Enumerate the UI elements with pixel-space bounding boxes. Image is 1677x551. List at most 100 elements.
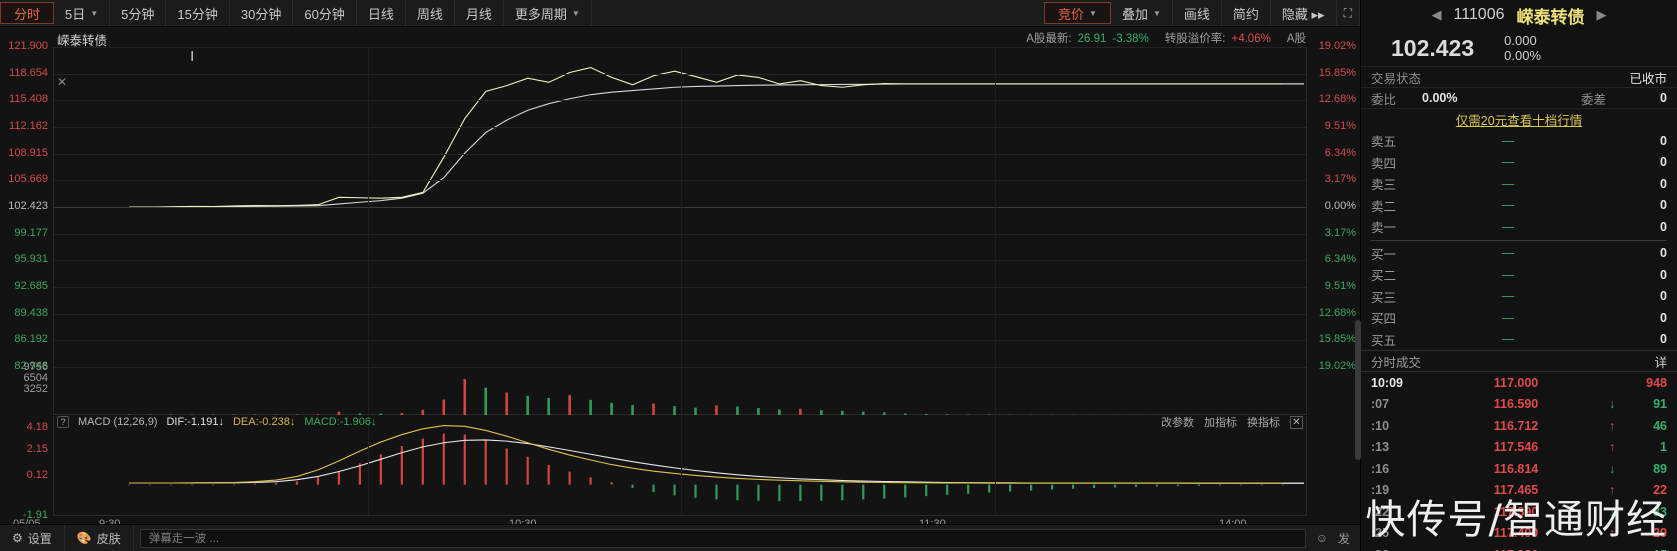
tick-price: 117.546 <box>1493 440 1539 455</box>
macd-tick-0: 4.18 <box>26 421 48 433</box>
period-button-label: 30分钟 <box>240 6 282 22</box>
chart-tool-2[interactable]: 画线 <box>1173 0 1222 26</box>
tick-list-title: 分时成交 <box>1371 355 1422 370</box>
emoji-icon[interactable]: ☺ <box>1316 531 1328 545</box>
period-button-8[interactable]: 月线 <box>455 0 504 26</box>
period-button-5[interactable]: 60分钟 <box>293 0 357 26</box>
macd-pane[interactable] <box>53 416 1307 516</box>
tick-list-header: 分时成交 详 <box>1361 350 1677 372</box>
sell-order-row[interactable]: 卖二 — 0 <box>1361 195 1677 217</box>
prev-symbol-icon[interactable]: ◀ <box>1431 7 1441 23</box>
chart-tool-0[interactable]: 竞价 ▼ <box>1044 2 1111 24</box>
chart-tool-1[interactable]: 叠加 ▼ <box>1111 0 1173 26</box>
period-button-label: 5分钟 <box>121 6 155 22</box>
period-button-7[interactable]: 周线 <box>406 0 455 26</box>
pct-tick-right-4: 6.34% <box>1324 146 1356 159</box>
price-tick-left-1: 118.654 <box>9 66 48 79</box>
gridline-v-2 <box>994 367 996 414</box>
chevron-down-icon: ▼ <box>571 8 580 18</box>
close-indicator-icon[interactable]: ✕ <box>1290 415 1303 429</box>
macd-actions: 改参数 加指标 换指标 ✕ <box>1161 414 1307 430</box>
chart-tool-label: 简约 <box>1232 6 1259 22</box>
buy-order-row[interactable]: 买三 — 0 <box>1361 286 1677 308</box>
period-button-1[interactable]: 5日 ▼ <box>54 0 111 26</box>
tick-row: :07 116.590 ↓ 91 <box>1361 394 1677 416</box>
period-button-2[interactable]: 5分钟 <box>110 0 167 26</box>
premium-value: +4.06% <box>1231 33 1271 45</box>
panel-scrollbar[interactable] <box>1355 320 1361 460</box>
sell-order-volume: 0 <box>1660 219 1667 234</box>
tick-row: :22 117.390 ↓ 33 <box>1361 501 1677 523</box>
next-symbol-icon[interactable]: ▶ <box>1597 7 1607 23</box>
buy-order-row[interactable]: 买二 — 0 <box>1361 264 1677 286</box>
gridline-h-11 <box>54 340 1306 342</box>
tick-list: 10:09 117.000 948:07 116.590 ↓ 91:10 116.712 ↑ 4… <box>1361 372 1677 551</box>
tick-volume: 29 <box>1653 526 1667 541</box>
buy-order-volume: 0 <box>1660 310 1667 325</box>
period-button-3[interactable]: 15分钟 <box>166 0 230 26</box>
tick-detail-button[interactable]: 详 <box>1654 352 1667 371</box>
palette-icon: 🎨 <box>76 531 92 545</box>
tick-volume: 22 <box>1653 483 1667 498</box>
chart-tool-3[interactable]: 简约 <box>1222 0 1271 26</box>
a-share-label: A股最新: <box>1026 33 1072 45</box>
sell-order-row[interactable]: 卖三 — 0 <box>1361 173 1677 195</box>
buy-order-row[interactable]: 买五 — 0 <box>1361 329 1677 351</box>
promo-link[interactable]: 仅需20元查看十档行情 <box>1361 108 1677 130</box>
period-button-4[interactable]: 30分钟 <box>230 0 294 26</box>
macd-action-1[interactable]: 加指标 <box>1204 414 1237 430</box>
a-share-price: 26.91 <box>1077 33 1107 45</box>
chart-tool-4[interactable]: 隐藏 ▸▸ <box>1271 0 1337 26</box>
price-tick-left-3: 112.162 <box>9 120 48 132</box>
tick-time: 10:09 <box>1371 375 1403 390</box>
help-icon[interactable]: ? <box>57 416 69 428</box>
chart-tool-label: 竞价 <box>1058 6 1085 22</box>
order-diff-label: 委差 <box>1581 92 1607 107</box>
tick-direction-icon: ↑ <box>1609 440 1616 455</box>
chart-header-info: A股最新: 26.91 -3.38% 转股溢价率: +4.06% A股 <box>1026 30 1306 46</box>
price-pane[interactable] <box>53 47 1307 368</box>
tick-price: 116.814 <box>1493 461 1539 476</box>
buy-order-volume: 0 <box>1660 246 1667 261</box>
sell-order-volume: 0 <box>1660 176 1667 191</box>
gridline-h-3 <box>54 127 1306 128</box>
sell-order-row[interactable]: 卖一 — 0 <box>1361 216 1677 238</box>
fullscreen-icon[interactable]: ⛶ <box>1337 0 1360 26</box>
status-bar: ⚙ 设置 🎨 皮肤 弹幕走一波 ... ☺ 发 <box>0 524 1360 551</box>
skin-button[interactable]: 🎨 皮肤 <box>65 525 134 551</box>
pct-tick-right-10: 12.68% <box>1318 306 1356 319</box>
tick-price: 117.400 <box>1493 526 1539 541</box>
a-share-change: -3.38% <box>1112 33 1149 45</box>
volume-pane[interactable] <box>53 367 1307 415</box>
pct-tick-right-12: 19.02% <box>1318 360 1356 372</box>
buy-order-label: 买五 <box>1371 333 1397 348</box>
period-button-6[interactable]: 日线 <box>357 0 406 26</box>
danmu-input[interactable]: 弹幕走一波 ... <box>139 528 1306 548</box>
gridline-v-0 <box>367 367 369 414</box>
price-change-pct: 0.00% <box>1504 48 1542 63</box>
buy-order-row[interactable]: 买一 — 0 <box>1361 243 1677 265</box>
sell-order-price: — <box>1501 219 1515 234</box>
price-tick-left-4: 108.915 <box>8 146 48 159</box>
macd-dea-value: DEA:-0.238↓ <box>232 416 296 428</box>
gridline-v-0 <box>367 416 369 515</box>
sell-order-row[interactable]: 卖五 — 0 <box>1361 130 1677 152</box>
sell-order-row[interactable]: 卖四 — 0 <box>1361 152 1677 174</box>
chevron-down-icon: ▼ <box>90 8 99 18</box>
macd-action-2[interactable]: 换指标 <box>1247 414 1280 430</box>
sell-order-label: 卖五 <box>1371 135 1397 150</box>
price-tick-left-10: 89.438 <box>14 306 48 319</box>
period-button-label: 周线 <box>416 6 443 22</box>
pct-tick-right-0: 19.02% <box>1318 40 1356 52</box>
tick-volume: 91 <box>1653 397 1667 412</box>
period-button-0[interactable]: 分时 <box>0 2 55 24</box>
buy-order-row[interactable]: 买四 — 0 <box>1361 307 1677 329</box>
pct-tick-right-9: 9.51% <box>1324 280 1356 292</box>
buy-order-label: 买一 <box>1371 247 1397 262</box>
period-button-group: 分时 5日 ▼ 5分钟 15分钟 30分钟 60分钟 日线 周线 月线 更多周期 ▼ <box>0 0 592 26</box>
macd-action-0[interactable]: 改参数 <box>1161 414 1194 430</box>
pct-tick-right-11: 15.85% <box>1318 333 1356 346</box>
settings-button[interactable]: ⚙ 设置 <box>0 525 65 551</box>
period-button-9[interactable]: 更多周期 ▼ <box>504 0 592 26</box>
send-button[interactable]: 发 <box>1338 530 1350 547</box>
